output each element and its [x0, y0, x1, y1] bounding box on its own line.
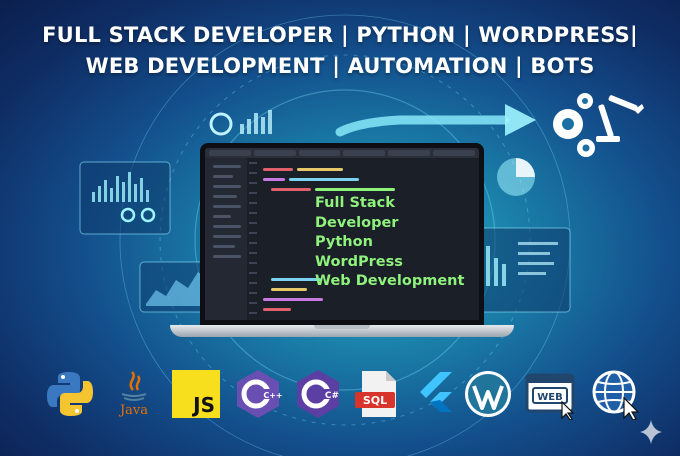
js-label: JS [191, 393, 215, 417]
cpp-label: C++ [263, 391, 282, 400]
arrow-head [505, 104, 536, 136]
screen-line-2: Python [315, 234, 373, 250]
screen-line-4: Web Development [315, 273, 465, 289]
editor-tabs [205, 148, 479, 158]
laptop-base [170, 325, 514, 337]
flutter-icon [410, 368, 462, 420]
python-icon [44, 368, 96, 420]
cpp-icon: C++ [232, 368, 284, 420]
sql-file-icon: SQL [352, 368, 404, 420]
csharp-icon: C# [292, 368, 344, 420]
laptop-screen: Full Stack Developer Python WordPress We… [200, 143, 484, 325]
java-label: Java [118, 403, 148, 418]
editor-sidebar [205, 158, 247, 320]
sql-label: SQL [363, 394, 387, 407]
globe-cursor-icon [590, 368, 642, 420]
line-numbers [249, 162, 257, 320]
mini-chart-top [209, 110, 272, 136]
csharp-label: C# [325, 391, 339, 401]
tech-icons-row: Java JS C++ C# SQL WEB [0, 368, 680, 424]
screen-line-1: Full Stack Developer [315, 195, 399, 231]
web-label: WEB [537, 392, 562, 403]
screen-headline: Full Stack Developer Python WordPress We… [315, 194, 479, 292]
screen-line-3: WordPress [315, 253, 403, 270]
left-dashboard-panel [79, 161, 171, 235]
gears-robot-arm-icon [553, 93, 644, 157]
java-icon: Java [108, 368, 160, 420]
laptop: Full Stack Developer Python WordPress We… [170, 143, 514, 339]
wordpress-icon [462, 368, 514, 420]
web-browser-icon: WEB [524, 368, 576, 420]
arrow-graphic [335, 115, 510, 137]
javascript-icon: JS [170, 368, 222, 420]
